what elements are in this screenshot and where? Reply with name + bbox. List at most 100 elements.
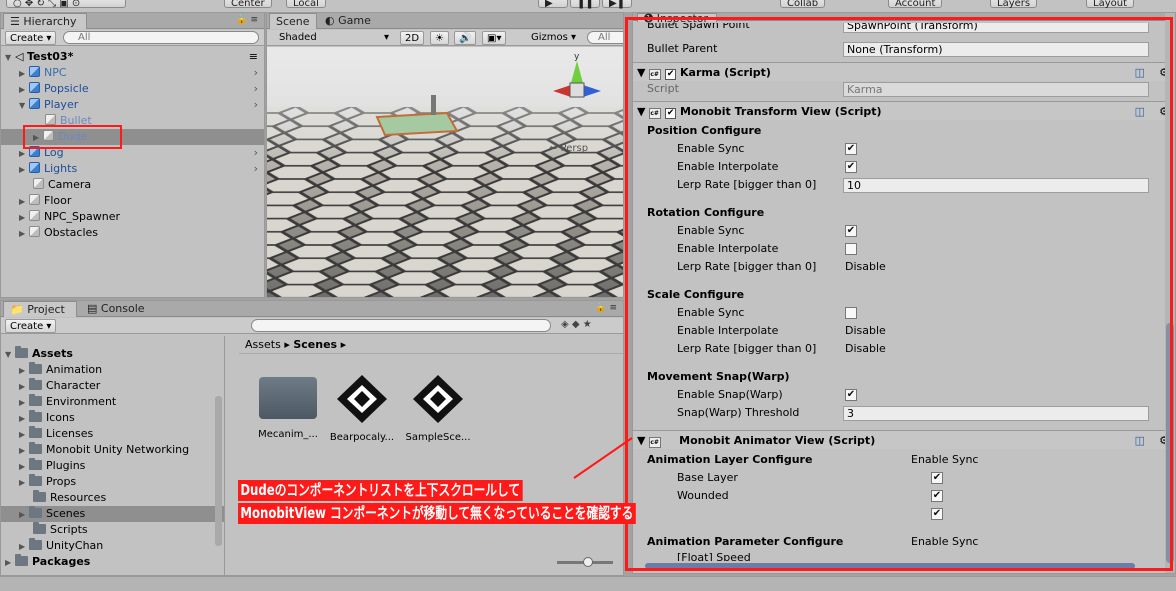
karma-component-header[interactable]: ▼ c# ✔ Karma (Script) ◫ ⚙ xyxy=(633,62,1175,81)
orientation-gizmo-icon[interactable]: y xyxy=(537,51,607,131)
asset-tile[interactable]: Mecanim_... xyxy=(255,373,321,453)
step-button[interactable]: ▶❚ xyxy=(602,0,632,9)
chevron-right-icon[interactable]: › xyxy=(254,161,258,177)
hierarchy-item-npc-spawner[interactable]: ▶ NPC_Spawner xyxy=(19,209,120,225)
tree-item-assets[interactable]: ▼ Assets xyxy=(5,346,73,362)
tab-hierarchy[interactable]: ☰ Hierarchy xyxy=(3,13,87,29)
expand-arrow-icon[interactable]: ▶ xyxy=(19,379,29,395)
rotation-sync-checkbox[interactable]: ✔ xyxy=(845,225,857,237)
expand-arrow-icon[interactable]: ▶ xyxy=(19,162,29,178)
tree-item-environment[interactable]: ▶ Environment xyxy=(19,394,116,410)
tree-item-plugins[interactable]: ▶ Plugins xyxy=(19,458,85,474)
lighting-toggle-icon[interactable]: ☀ xyxy=(430,31,449,45)
tree-item-scripts[interactable]: Scripts xyxy=(33,522,88,538)
hierarchy-item-popsicle[interactable]: ▶ Popsicle › xyxy=(19,81,264,97)
expand-arrow-icon[interactable]: ▶ xyxy=(19,507,29,523)
slider-thumb[interactable] xyxy=(583,557,593,567)
pivot-center-button[interactable]: Center xyxy=(224,0,272,9)
layers-button[interactable]: Layers xyxy=(990,0,1038,9)
transform-view-header[interactable]: ▼ c# ✔ Monobit Transform View (Script) ◫… xyxy=(633,101,1175,120)
tree-item-licenses[interactable]: ▶ Licenses xyxy=(19,426,93,442)
help-icon[interactable]: ◫ xyxy=(1135,102,1145,121)
project-create-button[interactable]: Create ▾ xyxy=(5,319,57,333)
tree-item-character[interactable]: ▶ Character xyxy=(19,378,100,394)
breadcrumb-root[interactable]: Assets xyxy=(245,338,281,351)
asset-tile[interactable]: Bearpocaly... xyxy=(329,373,395,453)
hierarchy-item-lights[interactable]: ▶ Lights › xyxy=(19,161,264,177)
expand-arrow-icon[interactable]: ▶ xyxy=(19,475,29,491)
position-interp-checkbox[interactable]: ✔ xyxy=(845,161,857,173)
chevron-right-icon[interactable]: › xyxy=(254,145,258,161)
hierarchy-search-input[interactable]: All xyxy=(63,31,259,44)
enabled-checkbox[interactable]: ✔ xyxy=(665,108,677,119)
expand-arrow-icon[interactable]: ▶ xyxy=(19,427,29,443)
inspector-scroll-thumb[interactable] xyxy=(1166,323,1174,563)
expand-arrow-icon[interactable]: ▶ xyxy=(19,66,29,82)
panel-menu-icon[interactable]: 🔒 ≡ xyxy=(236,15,258,25)
position-sync-checkbox[interactable]: ✔ xyxy=(845,143,857,155)
shading-mode-select[interactable]: Shaded ▾ xyxy=(275,31,393,45)
tab-scene[interactable]: Scene xyxy=(269,13,317,29)
expand-arrow-icon[interactable]: ▼ xyxy=(5,50,15,66)
expand-arrow-icon[interactable]: ▶ xyxy=(19,443,29,459)
bullet-spawn-field[interactable]: SpawnPoint (Transform) xyxy=(843,23,1149,33)
mode-2d-button[interactable]: 2D xyxy=(400,31,425,45)
scene-viewport[interactable]: y ⇐ Persp xyxy=(267,47,623,297)
tab-game[interactable]: ◐ Game xyxy=(319,13,377,29)
foldout-arrow-icon[interactable]: ▼ xyxy=(637,66,645,79)
foldout-arrow-icon[interactable]: ▼ xyxy=(637,105,645,118)
collab-button[interactable]: Collab xyxy=(780,0,826,9)
tree-item-unitychan[interactable]: ▶ UnityChan xyxy=(19,538,103,554)
base-layer-checkbox[interactable]: ✔ xyxy=(931,472,943,484)
chevron-right-icon[interactable]: › xyxy=(254,81,258,97)
bullet-parent-field[interactable]: None (Transform) xyxy=(843,42,1149,57)
hierarchy-item-obstacles[interactable]: ▶ Obstacles xyxy=(19,225,98,241)
asset-tile[interactable]: SampleSce... xyxy=(405,373,471,453)
pause-button[interactable]: ❚❚ xyxy=(570,0,600,9)
tree-item-animation[interactable]: ▶ Animation xyxy=(19,362,102,378)
scene-search-input[interactable]: All xyxy=(587,31,623,44)
tree-item-icons[interactable]: ▶ Icons xyxy=(19,410,75,426)
tree-item-monobit[interactable]: ▶ Monobit Unity Networking xyxy=(19,442,189,458)
rotation-interp-checkbox[interactable] xyxy=(845,243,857,255)
expand-arrow-icon[interactable]: ▶ xyxy=(19,459,29,475)
pivot-local-button[interactable]: Local xyxy=(286,0,326,9)
tree-scrollbar[interactable] xyxy=(215,396,222,546)
project-search-input[interactable] xyxy=(251,319,551,332)
expand-arrow-icon[interactable]: ▶ xyxy=(19,194,29,210)
scene-menu-icon[interactable]: ≡ xyxy=(249,49,258,65)
breadcrumb-current[interactable]: Scenes xyxy=(293,338,337,351)
expand-arrow-icon[interactable]: ▶ xyxy=(19,395,29,411)
expand-arrow-icon[interactable]: ▼ xyxy=(5,347,15,363)
chevron-right-icon[interactable]: › xyxy=(254,97,258,113)
chevron-right-icon[interactable]: › xyxy=(254,65,258,81)
horizontal-scrollbar[interactable] xyxy=(645,563,1135,569)
hierarchy-item-player[interactable]: ▼ Player › xyxy=(19,97,264,113)
hierarchy-item-camera[interactable]: Camera xyxy=(33,177,91,193)
hierarchy-item-npc[interactable]: ▶ NPC › xyxy=(19,65,264,81)
hierarchy-create-button[interactable]: Create ▾ xyxy=(5,31,57,45)
tab-console[interactable]: ▤ Console xyxy=(81,301,151,317)
tab-project[interactable]: 📁 Project xyxy=(3,301,77,317)
perspective-label[interactable]: ⇐ Persp xyxy=(549,143,588,154)
tree-item-scenes[interactable]: ▶ Scenes xyxy=(1,506,224,523)
gizmos-dropdown[interactable]: Gizmos ▾ xyxy=(527,31,580,45)
position-lerp-input[interactable]: 10 xyxy=(843,178,1149,193)
expand-arrow-icon[interactable]: ▶ xyxy=(19,210,29,226)
layout-button[interactable]: Layout xyxy=(1086,0,1134,9)
inspector-scrollbar[interactable] xyxy=(1165,13,1175,573)
tree-item-packages[interactable]: ▶ Packages xyxy=(5,554,90,570)
third-layer-checkbox[interactable]: ✔ xyxy=(931,508,943,520)
wounded-layer-checkbox[interactable]: ✔ xyxy=(931,490,943,502)
account-button[interactable]: Account xyxy=(888,0,943,9)
hierarchy-item-floor[interactable]: ▶ Floor xyxy=(19,193,71,209)
enabled-checkbox[interactable]: ✔ xyxy=(665,69,677,80)
help-icon[interactable]: ◫ xyxy=(1135,431,1145,450)
tab-inspector[interactable]: ➊ Inspector xyxy=(637,13,717,24)
expand-arrow-icon[interactable]: ▶ xyxy=(19,539,29,555)
expand-arrow-icon[interactable]: ▶ xyxy=(19,226,29,242)
play-button[interactable]: ▶ xyxy=(538,0,568,9)
effects-toggle-icon[interactable]: ▣▾ xyxy=(482,31,507,45)
tree-item-props[interactable]: ▶ Props xyxy=(19,474,76,490)
scale-sync-checkbox[interactable] xyxy=(845,307,857,319)
